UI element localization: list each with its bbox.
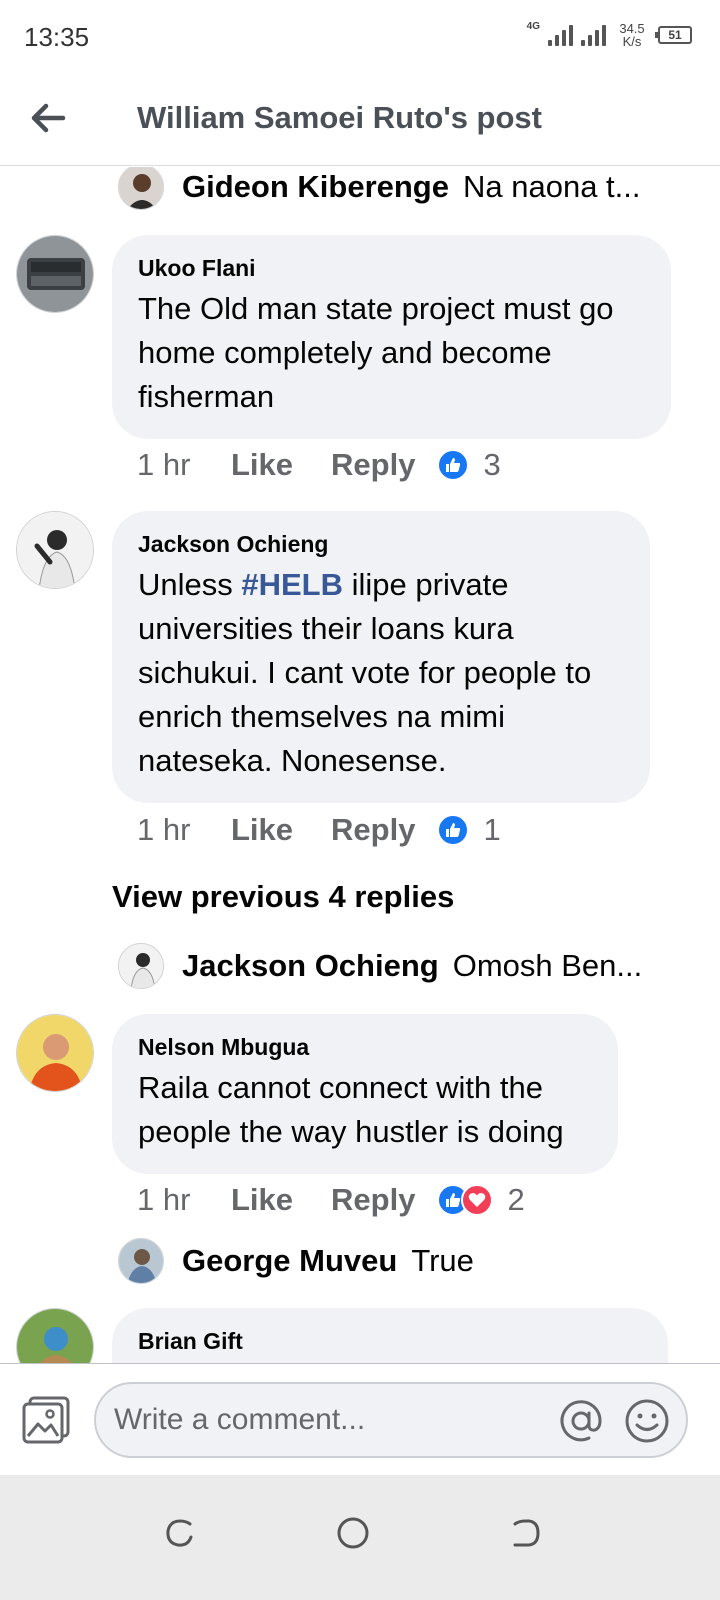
status-icons: 4G 34.5 K/s 51 (527, 22, 692, 48)
reply-preview[interactable]: George Muveu True (120, 1236, 474, 1286)
reply-text: True (411, 1243, 474, 1278)
comment-text-start: Unless (138, 567, 242, 602)
reply-author[interactable]: Gideon Kiberenge (182, 169, 449, 205)
comment-composer (0, 1363, 720, 1475)
avatar[interactable] (16, 235, 94, 313)
reaction-count: 1 (483, 812, 501, 847)
post-header: William Samoei Ruto's post (0, 72, 720, 166)
avatar[interactable] (16, 511, 94, 589)
signal-icon-2 (581, 24, 606, 46)
reply-preview[interactable]: Gideon Kiberenge Na naona t... (120, 167, 641, 212)
comment-bubble[interactable]: Nelson Mbugua Raila cannot connect with … (112, 1014, 618, 1174)
heart-icon (461, 1184, 494, 1216)
comment-author[interactable]: Ukoo Flani (138, 253, 645, 283)
comment-author[interactable]: Nelson Mbugua (138, 1032, 592, 1062)
status-bar: 13:35 4G 34.5 K/s 51 (0, 0, 720, 72)
comment-author[interactable]: Brian Gift (138, 1326, 642, 1356)
reaction-summary[interactable]: 1 (437, 812, 501, 848)
back-nav-icon (513, 1519, 540, 1547)
reaction-count: 3 (483, 447, 501, 482)
at-sign-icon (560, 1400, 602, 1442)
comments-feed[interactable]: Gideon Kiberenge Na naona t... Ukoo Flan… (0, 167, 720, 1394)
comment-text: Unless #HELB ilipe private universities … (138, 563, 624, 783)
page-title: William Samoei Ruto's post (137, 100, 542, 135)
reply-author[interactable]: Jackson Ochieng (182, 948, 439, 984)
like-button[interactable]: Like (231, 447, 293, 483)
comment-actions: 1 hr Like Reply 2 (137, 1180, 525, 1220)
back-nav-button[interactable] (495, 1503, 555, 1563)
reply-text: Na naona t... (462, 169, 641, 204)
comment-time[interactable]: 1 hr (137, 1182, 231, 1218)
mention-button[interactable] (556, 1396, 606, 1446)
home-button[interactable] (323, 1503, 383, 1563)
reaction-summary[interactable]: 2 (437, 1182, 525, 1218)
comment-text: The Old man state project must go home c… (138, 291, 614, 414)
comment-time[interactable]: 1 hr (137, 812, 231, 848)
system-nav-bar (0, 1475, 720, 1600)
network-type: 4G (526, 21, 540, 32)
comment-text: Raila cannot connect with the people the… (138, 1070, 564, 1149)
network-speed: 34.5 K/s (614, 22, 650, 48)
reply-text: Omosh Ben... (452, 948, 643, 983)
comment-actions: 1 hr Like Reply 3 (137, 445, 501, 485)
comment-input[interactable] (114, 1384, 544, 1456)
view-previous-replies-link[interactable]: View previous 4 replies (112, 879, 454, 915)
comment-author[interactable]: Jackson Ochieng (138, 529, 624, 559)
reaction-count: 2 (507, 1182, 525, 1217)
reply-button[interactable]: Reply (331, 1182, 415, 1218)
back-button[interactable] (20, 90, 76, 146)
hashtag-link[interactable]: #HELB (241, 567, 343, 602)
signal-icon (548, 24, 573, 46)
thumbs-up-icon (437, 814, 470, 846)
reply-preview[interactable]: Jackson Ochieng Omosh Ben... (120, 941, 642, 991)
speed-unit: K/s (622, 34, 642, 49)
comment-bubble[interactable]: Ukoo Flani The Old man state project mus… (112, 235, 671, 439)
comment-bubble[interactable]: Jackson Ochieng Unless #HELB ilipe priva… (112, 511, 650, 803)
photo-button[interactable] (20, 1394, 72, 1446)
avatar[interactable] (16, 1014, 94, 1092)
recents-button[interactable] (150, 1503, 210, 1563)
reply-button[interactable]: Reply (331, 447, 415, 483)
photo-icon (22, 1396, 70, 1444)
comment-time[interactable]: 1 hr (137, 447, 231, 483)
reaction-summary[interactable]: 3 (437, 447, 501, 483)
arrow-left-icon (31, 103, 66, 133)
comment-actions: 1 hr Like Reply 1 (137, 810, 501, 850)
comment-input-container[interactable] (94, 1382, 688, 1458)
emoji-button[interactable] (622, 1396, 672, 1446)
reply-author[interactable]: George Muveu (182, 1243, 397, 1279)
like-button[interactable]: Like (231, 812, 293, 848)
smiley-icon (625, 1399, 669, 1443)
home-circle-icon (337, 1517, 369, 1549)
battery-icon: 51 (655, 26, 692, 44)
thumbs-up-icon (437, 449, 470, 481)
reply-button[interactable]: Reply (331, 812, 415, 848)
recents-icon (166, 1519, 193, 1547)
status-time: 13:35 (24, 22, 90, 52)
like-button[interactable]: Like (231, 1182, 293, 1218)
